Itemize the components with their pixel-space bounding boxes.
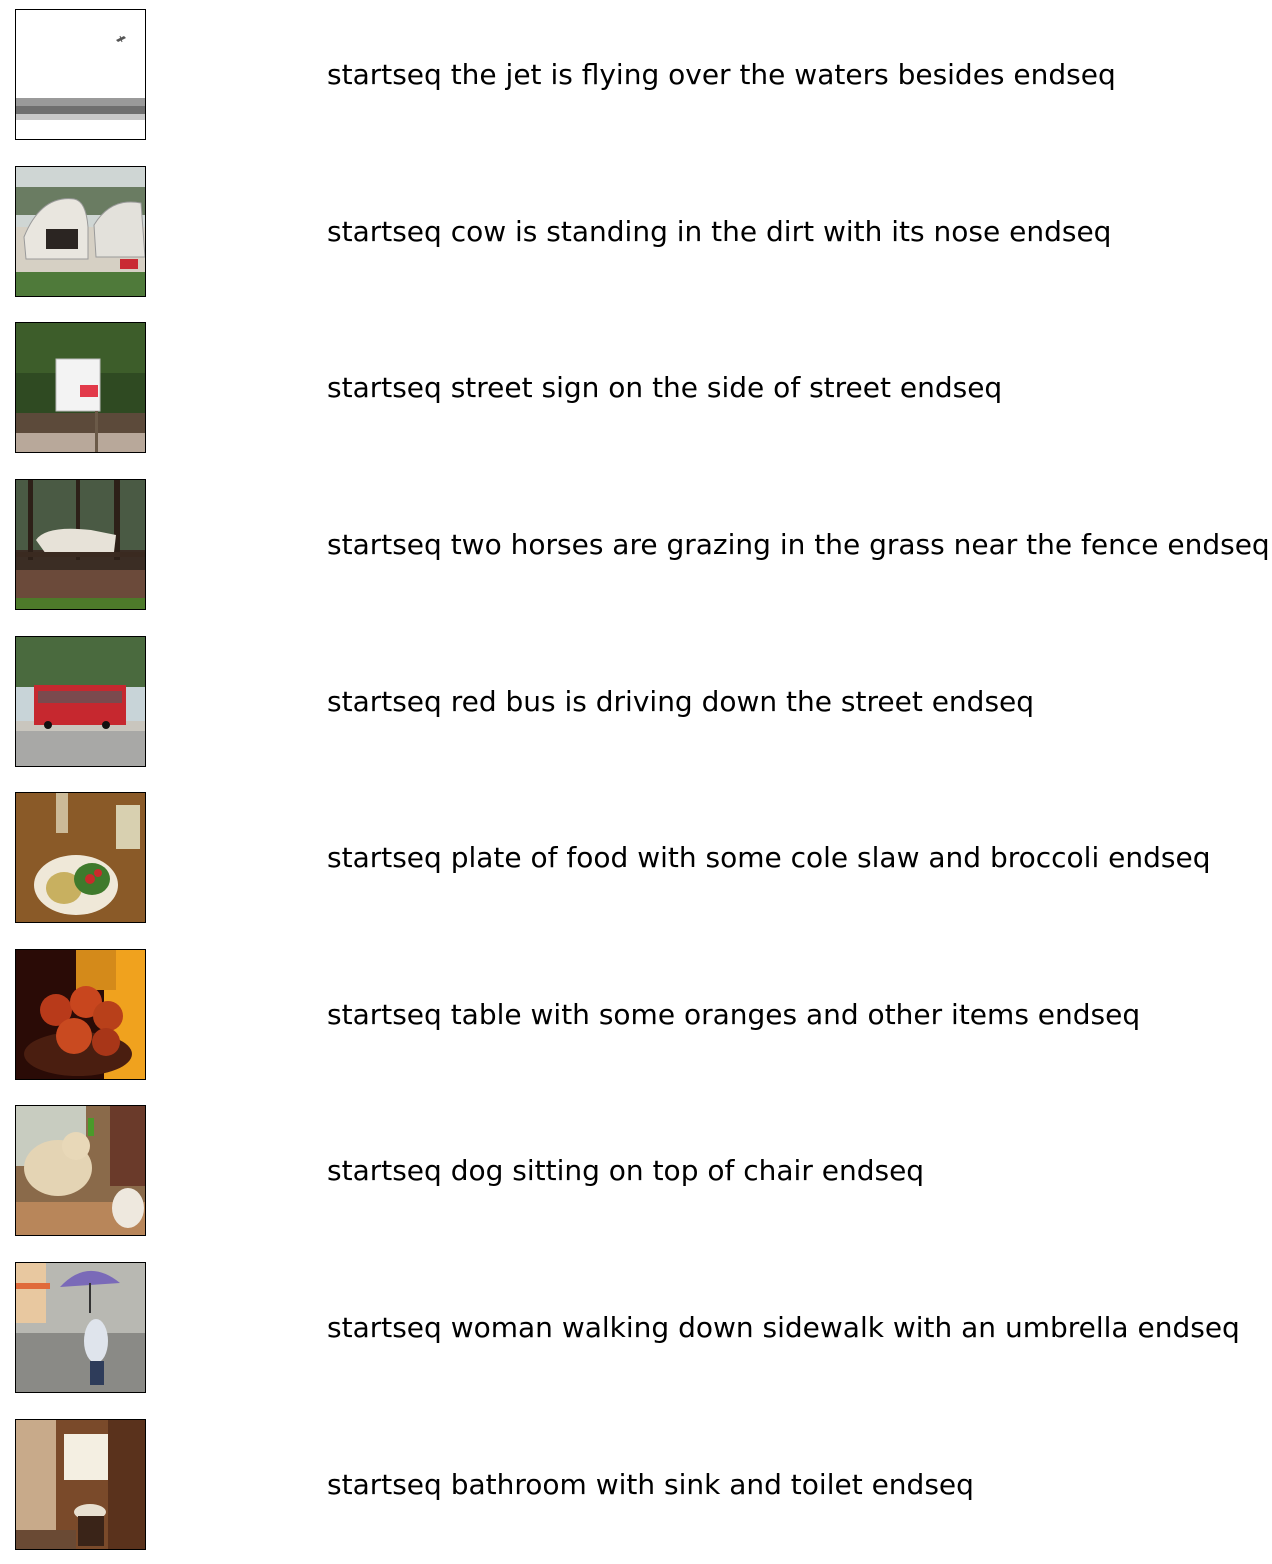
caption-text: startseq street sign on the side of stre… bbox=[327, 371, 1003, 404]
caption-text: startseq the jet is flying over the wate… bbox=[327, 58, 1116, 91]
result-row: startseq bathroom with sink and toilet e… bbox=[0, 1419, 1272, 1551]
caption-text: startseq table with some oranges and oth… bbox=[327, 998, 1141, 1031]
thumbnail-image bbox=[15, 1105, 146, 1236]
fruit-bowl-image bbox=[16, 950, 145, 1079]
result-row: startseq red bus is driving down the str… bbox=[0, 636, 1272, 768]
street-sign-image bbox=[16, 323, 145, 452]
plate-of-food-image bbox=[16, 793, 145, 922]
result-row: startseq dog sitting on top of chair end… bbox=[0, 1105, 1272, 1237]
thumbnail-image bbox=[15, 1419, 146, 1550]
thumbnail-image bbox=[15, 949, 146, 1080]
jet-over-water-image bbox=[16, 10, 145, 139]
result-row: startseq street sign on the side of stre… bbox=[0, 322, 1272, 454]
caption-text: startseq red bus is driving down the str… bbox=[327, 685, 1035, 718]
red-bus-image bbox=[16, 637, 145, 766]
horse-by-fence-image bbox=[16, 480, 145, 609]
result-row: startseq two horses are grazing in the g… bbox=[0, 479, 1272, 611]
woman-with-umbrella-image bbox=[16, 1263, 145, 1392]
result-row: startseq plate of food with some cole sl… bbox=[0, 792, 1272, 924]
thumbnail-image bbox=[15, 9, 146, 140]
caption-text: startseq dog sitting on top of chair end… bbox=[327, 1154, 925, 1187]
thumbnail-image bbox=[15, 1262, 146, 1393]
caption-text: startseq cow is standing in the dirt wit… bbox=[327, 215, 1112, 248]
thumbnail-image bbox=[15, 792, 146, 923]
result-row: startseq the jet is flying over the wate… bbox=[0, 9, 1272, 141]
caption-text: startseq bathroom with sink and toilet e… bbox=[327, 1468, 974, 1501]
cow-in-pen-image bbox=[16, 167, 145, 296]
thumbnail-image bbox=[15, 322, 146, 453]
thumbnail-image bbox=[15, 166, 146, 297]
caption-text: startseq plate of food with some cole sl… bbox=[327, 841, 1211, 874]
result-row: startseq table with some oranges and oth… bbox=[0, 949, 1272, 1081]
thumbnail-image bbox=[15, 636, 146, 767]
caption-text: startseq two horses are grazing in the g… bbox=[327, 528, 1270, 561]
dog-indoors-image bbox=[16, 1106, 145, 1235]
caption-text: startseq woman walking down sidewalk wit… bbox=[327, 1311, 1240, 1344]
result-row: startseq woman walking down sidewalk wit… bbox=[0, 1262, 1272, 1394]
bathroom-image bbox=[16, 1420, 145, 1549]
result-row: startseq cow is standing in the dirt wit… bbox=[0, 166, 1272, 298]
thumbnail-image bbox=[15, 479, 146, 610]
